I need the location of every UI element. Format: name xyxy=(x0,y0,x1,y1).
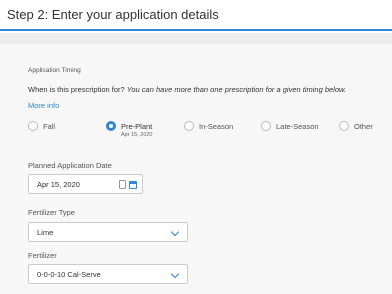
planned-date-label: Planned Application Date xyxy=(28,161,112,170)
fertilizer-type-label: Fertilizer Type xyxy=(28,208,75,217)
radio-label: Pre-Plant xyxy=(121,122,153,131)
timing-question-hint: You can have more than one prescription … xyxy=(126,85,347,94)
step-title: Step 2: Enter your application details xyxy=(7,7,219,22)
radio-circle-icon xyxy=(261,121,271,131)
radio-sublabel-date: Apr 15, 2020 xyxy=(121,132,153,138)
date-icons xyxy=(119,180,139,190)
chevron-down-icon xyxy=(170,269,180,279)
fertilizer-label: Fertilizer xyxy=(28,251,57,260)
radio-label: Other xyxy=(354,122,373,131)
fertilizer-select[interactable]: 0-0-0-10 Cal-Serve xyxy=(28,264,188,284)
timing-question: When is this prescription for? You can h… xyxy=(28,85,346,94)
radio-circle-icon xyxy=(339,121,349,131)
radio-selected-icon xyxy=(106,121,116,131)
planned-date-value: Apr 15, 2020 xyxy=(37,180,80,189)
planned-date-input[interactable]: Apr 15, 2020 xyxy=(28,174,143,194)
more-info-link[interactable]: More info xyxy=(28,101,59,110)
radio-label: Late-Season xyxy=(276,122,319,131)
radio-label: Fall xyxy=(43,122,56,131)
panel-top-bar xyxy=(0,33,392,44)
timing-question-text: When is this prescription for? xyxy=(28,85,127,94)
calendar-icon[interactable] xyxy=(129,181,137,189)
application-timing-label: Application Timing xyxy=(28,67,81,74)
radio-circle-icon xyxy=(28,121,38,131)
radio-circle-icon xyxy=(184,121,194,131)
fertilizer-value: 0-0-0-10 Cal-Serve xyxy=(37,270,101,279)
step-header: Step 2: Enter your application details xyxy=(0,0,392,31)
chevron-down-icon xyxy=(170,227,180,237)
radio-label: In-Season xyxy=(199,122,234,131)
clear-date-icon[interactable] xyxy=(119,180,126,189)
fertilizer-type-value: Lime xyxy=(37,228,54,237)
fertilizer-type-select[interactable]: Lime xyxy=(28,222,188,242)
